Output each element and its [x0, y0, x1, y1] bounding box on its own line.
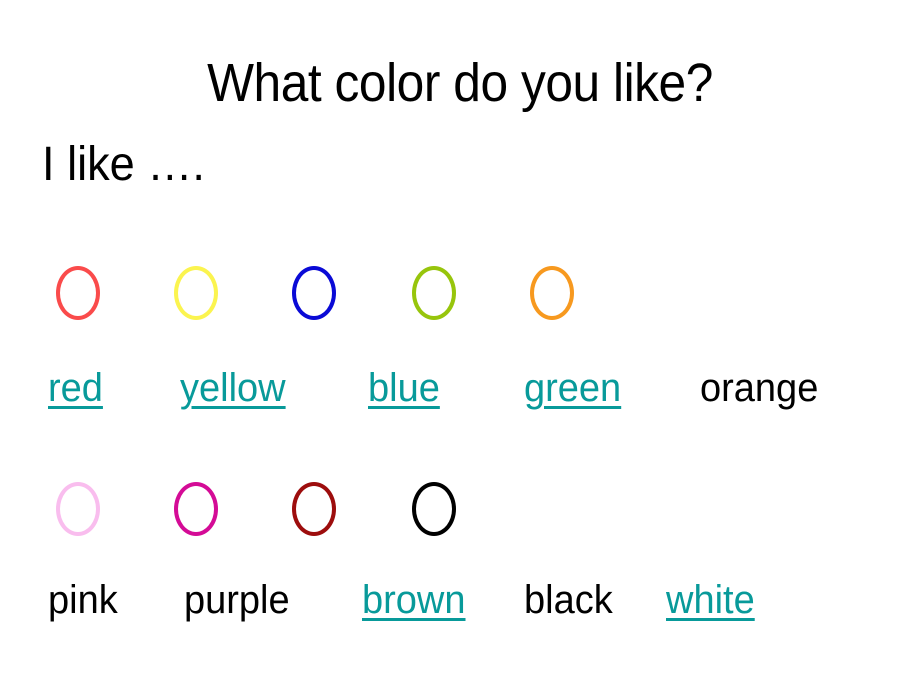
color-label-brown[interactable]: brown [362, 574, 466, 626]
color-circle-purple[interactable] [174, 482, 218, 536]
color-label-green[interactable]: green [524, 362, 621, 414]
color-label-black: black [524, 578, 613, 622]
color-circle-brown[interactable] [292, 482, 336, 536]
color-label-yellow[interactable]: yellow [180, 362, 286, 414]
color-label-red[interactable]: red [48, 362, 103, 414]
color-label-blue[interactable]: blue [368, 362, 440, 414]
sentence-starter: I like …. [42, 138, 205, 191]
color-circle-black[interactable] [412, 482, 456, 536]
page-title: What color do you like? [207, 53, 713, 113]
color-circle-yellow[interactable] [174, 266, 218, 320]
color-circle-green[interactable] [412, 266, 456, 320]
slide-canvas: What color do you like? I like …. red yel… [0, 0, 920, 690]
color-label-orange: orange [700, 366, 819, 410]
color-label-purple: purple [184, 578, 290, 622]
color-circle-orange[interactable] [530, 266, 574, 320]
color-circle-pink[interactable] [56, 482, 100, 536]
color-label-pink: pink [48, 578, 118, 622]
color-circle-blue[interactable] [292, 266, 336, 320]
color-circle-red[interactable] [56, 266, 100, 320]
color-label-white[interactable]: white [666, 574, 755, 626]
